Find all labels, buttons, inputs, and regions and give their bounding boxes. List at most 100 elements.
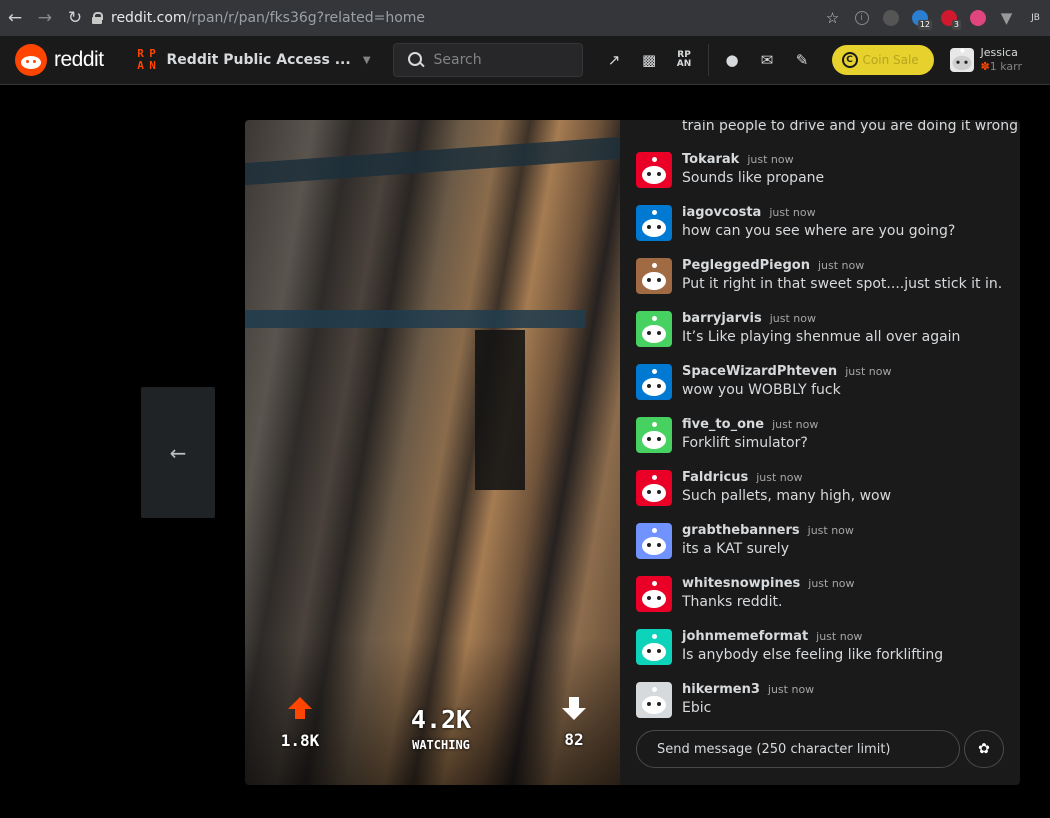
snoo-avatar-icon — [642, 263, 666, 290]
video-frame-detail — [475, 330, 525, 490]
avatar[interactable] — [636, 417, 672, 453]
avatar[interactable] — [636, 576, 672, 612]
coin-icon: C — [841, 52, 858, 68]
chat-username[interactable]: johnmemeformat — [682, 629, 808, 644]
chat-timestamp: just now — [747, 153, 794, 166]
avatar[interactable] — [636, 152, 672, 188]
rpan-nav-icon[interactable]: RP AN — [667, 43, 702, 78]
mail-icon[interactable]: ✉ — [750, 43, 785, 78]
chat-message: iagovcosta just now how can you see where … — [636, 205, 1006, 250]
address-bar[interactable]: reddit.com/rpan/r/pan/fks36g?related=hom… — [92, 0, 425, 36]
previous-stream-button[interactable]: ← — [141, 387, 215, 518]
left-arrow-icon: ← — [169, 440, 187, 465]
chat-message-text: Is anybody else feeling like forklifting — [682, 647, 944, 663]
mask-extension-icon[interactable]: 12 — [905, 0, 934, 36]
avatar[interactable] — [636, 364, 672, 400]
reddit-home-link[interactable]: reddit — [15, 44, 104, 76]
chat-icon[interactable]: ● — [715, 43, 750, 78]
adblock-extension-icon[interactable]: 3 — [934, 0, 963, 36]
chat-timestamp: just now — [767, 683, 815, 696]
user-name: Jessica — [980, 46, 1018, 59]
avatar[interactable] — [636, 470, 672, 506]
user-menu[interactable]: Jessica ✽1 karr — [949, 46, 1022, 74]
snoo-avatar-icon — [642, 369, 666, 396]
watching-count: 4.2K — [410, 705, 472, 734]
upvote-arrow-icon — [288, 697, 312, 719]
watching-indicator: 4.2K WATCHING — [391, 705, 491, 752]
chevron-down-icon: ▼ — [362, 54, 371, 66]
chat-timestamp: just now — [772, 418, 819, 431]
upvote-count: 1.8K — [280, 731, 320, 750]
coin-sale-button[interactable]: C Coin Sale — [831, 45, 934, 75]
chat-username[interactable]: PegleggedPiegon — [682, 258, 810, 273]
chat-username[interactable]: iagovcosta — [682, 205, 761, 220]
m-extension-icon[interactable] — [963, 0, 992, 36]
jb-extension-icon[interactable]: JB — [1021, 0, 1050, 36]
forward-arrow-icon[interactable]: → — [30, 0, 60, 36]
trending-icon[interactable]: ↗ — [597, 43, 632, 78]
chat-username[interactable]: Faldricus — [682, 470, 748, 485]
reddit-wordmark: reddit — [54, 48, 104, 71]
downvote-count: 82 — [564, 730, 584, 749]
coin-sale-label: Coin Sale — [862, 53, 919, 67]
avatar[interactable] — [636, 629, 672, 665]
stats-icon[interactable]: ▩ — [632, 43, 667, 78]
video-frame-detail — [245, 136, 620, 186]
reddit-header: reddit RPAN Reddit Public Access ... ▼ S… — [0, 36, 1050, 85]
chat-username[interactable]: five_to_one — [682, 417, 764, 432]
avatar[interactable] — [636, 523, 672, 559]
emote-button[interactable]: ✿ — [964, 730, 1004, 768]
glasses-extension-icon[interactable] — [876, 0, 905, 36]
community-name: Reddit Public Access ... — [166, 52, 351, 68]
chat-message-text: wow you WOBBLY fuck — [682, 382, 841, 398]
downvote-control[interactable]: 82 — [549, 697, 599, 749]
avatar[interactable] — [636, 205, 672, 241]
watching-label: WATCHING — [412, 738, 470, 752]
info-icon[interactable]: i — [847, 0, 876, 36]
reload-icon[interactable]: ↻ — [60, 0, 90, 36]
chat-message-text: Forklift simulator? — [682, 435, 808, 451]
search-placeholder: Search — [433, 52, 482, 68]
snoo-avatar-icon — [642, 316, 666, 343]
chat-username[interactable]: whitesnowpines — [682, 576, 800, 591]
snoo-avatar-icon — [642, 634, 666, 661]
chat-username[interactable]: Tokarak — [682, 152, 739, 167]
chat-message: SpaceWizardPhteven just now wow you WOBBLY… — [636, 364, 1006, 409]
chat-message: PegleggedPiegon just now Put it right in t… — [636, 258, 1006, 303]
chat-message: whitesnowpines just now Thanks reddit. — [636, 576, 1006, 621]
partial-chat-message: train people to drive and you are doing … — [682, 120, 1018, 134]
chat-username[interactable]: hikermen3 — [682, 682, 760, 697]
chat-timestamp: just now — [769, 312, 816, 325]
video-frame-detail — [245, 310, 585, 328]
back-arrow-icon[interactable]: ← — [0, 0, 30, 36]
avatar[interactable] — [636, 311, 672, 347]
message-input-placeholder: Send message (250 character limit) — [657, 741, 891, 757]
extension-badge: 12 — [917, 20, 932, 30]
search-input[interactable]: Search — [392, 43, 583, 77]
chat-username[interactable]: grabthebanners — [682, 523, 800, 538]
chat-username[interactable]: SpaceWizardPhteven — [682, 364, 837, 379]
chat-message: grabthebanners just now its a KAT surely — [636, 523, 1006, 568]
upvote-control[interactable]: 1.8K — [275, 697, 325, 750]
chat-message-text: its a KAT surely — [682, 541, 789, 557]
chat-timestamp: just now — [808, 577, 855, 590]
chat-username[interactable]: barryjarvis — [682, 311, 762, 326]
snoo-emote-icon: ✿ — [978, 741, 990, 757]
snoo-avatar-icon — [642, 687, 666, 714]
pencil-icon[interactable]: ✎ — [785, 43, 820, 78]
snoo-avatar-icon — [642, 475, 666, 502]
message-input[interactable]: Send message (250 character limit) — [636, 730, 960, 768]
rpan-icon: RPAN — [137, 47, 156, 72]
community-switcher[interactable]: RPAN Reddit Public Access ... ▼ — [135, 47, 371, 72]
video-player[interactable]: 1.8K 4.2K WATCHING 82 — [245, 120, 620, 785]
karma-icon: ✽ — [980, 60, 990, 73]
snoo-avatar-icon — [642, 528, 666, 555]
bookmark-star-icon[interactable]: ☆ — [818, 0, 847, 36]
snoo-avatar-icon — [642, 210, 666, 237]
avatar[interactable] — [636, 258, 672, 294]
chat-timestamp: just now — [756, 471, 803, 484]
avatar[interactable] — [636, 682, 672, 718]
chat-timestamp: just now — [769, 206, 816, 219]
v-extension-icon[interactable]: ▼ — [992, 0, 1021, 36]
downvote-arrow-icon — [562, 697, 586, 720]
